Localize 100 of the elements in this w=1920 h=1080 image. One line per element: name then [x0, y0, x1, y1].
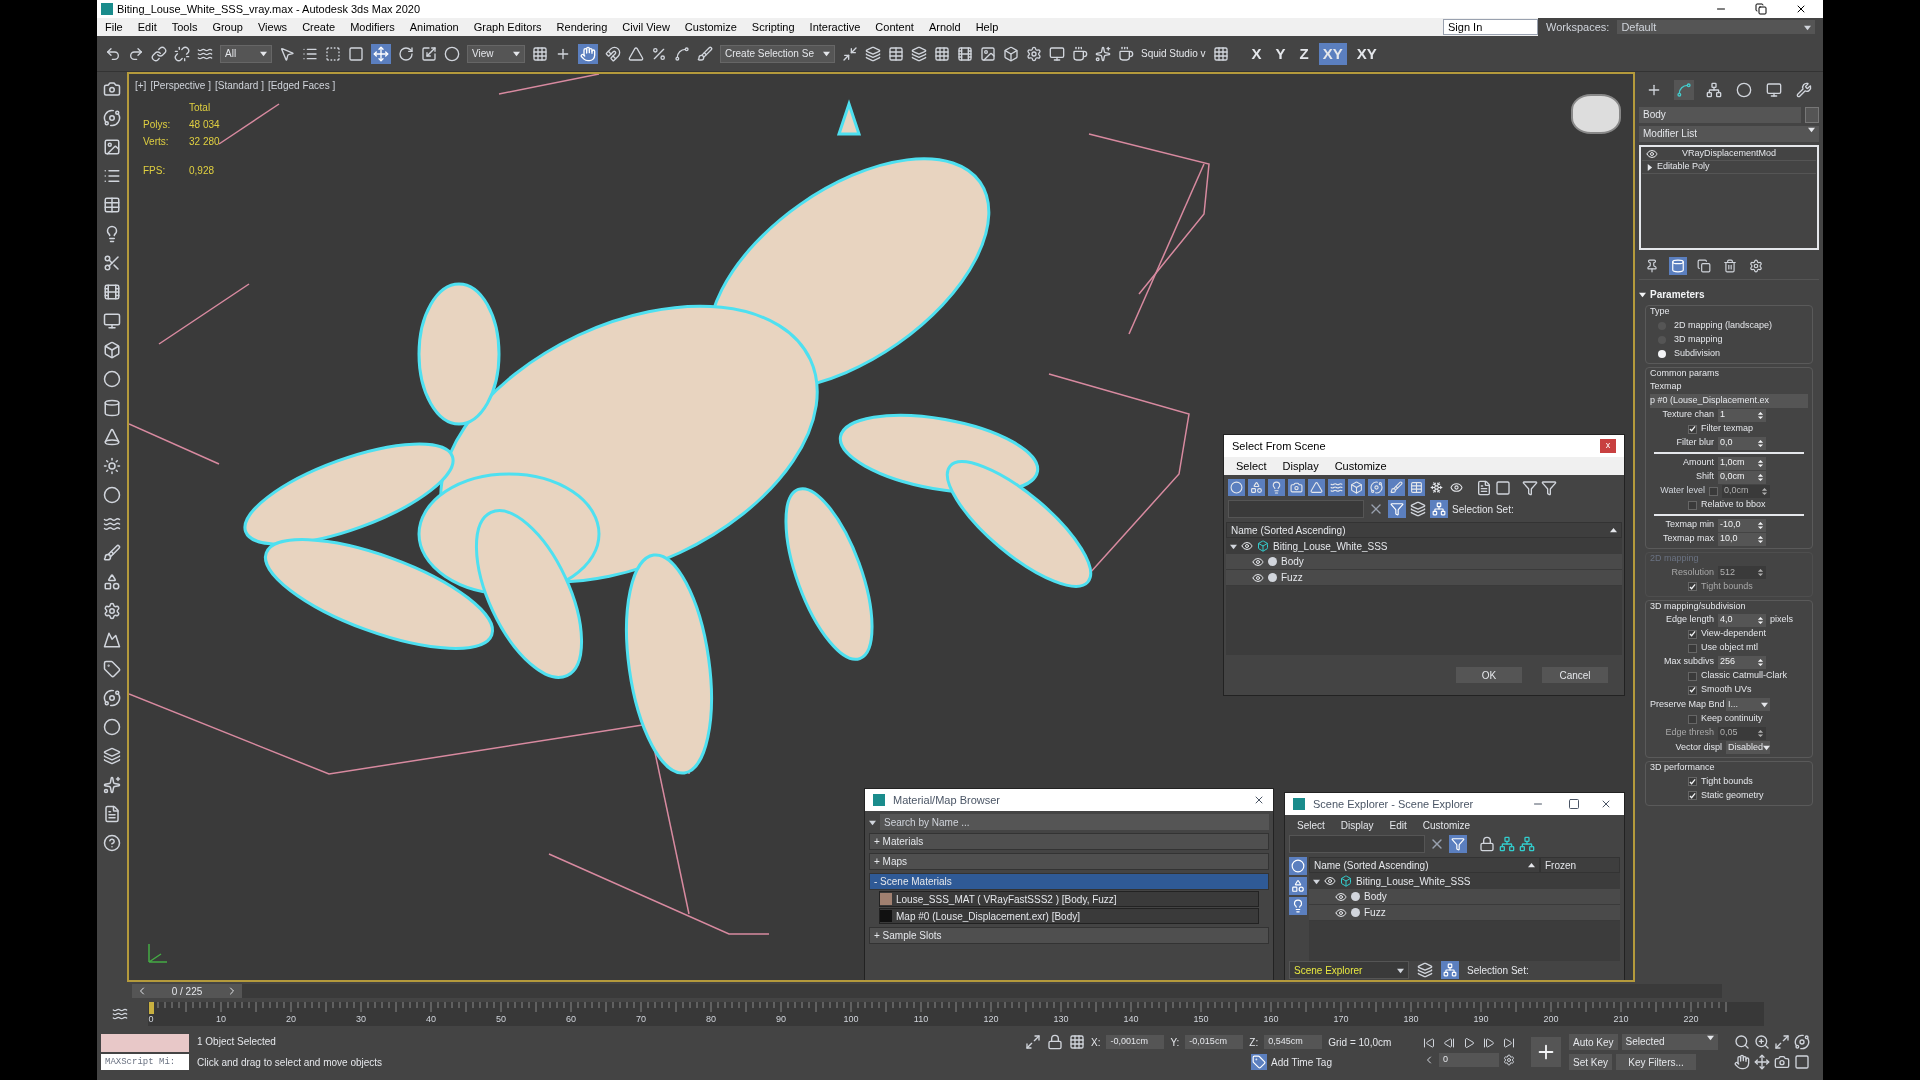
cone-icon[interactable]	[103, 428, 121, 446]
close-icon[interactable]	[1600, 798, 1612, 810]
axis-constraint-button[interactable]: Z	[1295, 42, 1313, 65]
sphere-icon[interactable]	[103, 370, 121, 388]
modifier-item[interactable]: Editable Poly	[1657, 160, 1710, 174]
command-panel-tab[interactable]	[1764, 80, 1784, 100]
filter-toggle-icon[interactable]	[1268, 479, 1285, 496]
spinner-arrows-icon[interactable]	[1761, 487, 1768, 495]
coordinate-field[interactable]: -0,015cm	[1185, 1035, 1244, 1049]
tree-item[interactable]: Fuzz	[1281, 570, 1303, 585]
unlink-icon[interactable]	[174, 45, 190, 62]
snap-icon[interactable]	[605, 45, 621, 62]
tree-item[interactable]: Fuzz	[1364, 905, 1386, 920]
menu-item[interactable]: Tools	[171, 18, 198, 36]
filter-toggle-icon[interactable]	[1428, 479, 1445, 496]
radio-button[interactable]	[1658, 349, 1666, 358]
dropdown-caret-icon[interactable]	[823, 50, 830, 57]
material-group-header[interactable]: + Sample Slots	[869, 927, 1269, 944]
time-slider-thumb[interactable]: 0 / 225	[132, 984, 242, 998]
sort-arrow-icon[interactable]	[1528, 861, 1535, 869]
explorer-dropdown[interactable]: Scene Explorer	[1289, 961, 1409, 979]
checkbox[interactable]	[1688, 629, 1697, 639]
layers-icon[interactable]	[1410, 501, 1426, 517]
list-icon[interactable]	[103, 167, 121, 185]
dropdown-caret-icon[interactable]	[1804, 23, 1811, 31]
gear-icon[interactable]	[103, 602, 121, 620]
help-icon[interactable]	[103, 834, 121, 852]
checkbox[interactable]	[1688, 500, 1697, 510]
set-key-icon[interactable]	[1531, 1037, 1561, 1067]
dropdown-caret-icon[interactable]	[1397, 966, 1404, 974]
command-panel-tab[interactable]	[1794, 80, 1814, 100]
region-icon[interactable]	[325, 45, 341, 62]
visibility-eye-icon[interactable]	[1335, 890, 1347, 903]
menu-item[interactable]: Display	[1340, 817, 1374, 833]
track-bar[interactable]: 0 10 20 30 40 50 60 70 80 90 100 110 120 130 140 150 160 170 180 190 200 210 220	[148, 1002, 1764, 1026]
selection-filter-dropdown[interactable]: All	[220, 44, 272, 63]
spinner-arrows-icon[interactable]	[1757, 535, 1764, 543]
expand-triangle-icon[interactable]	[1646, 163, 1653, 171]
menu-item[interactable]: File	[105, 18, 123, 36]
spinner-field[interactable]: 256	[1718, 655, 1766, 669]
menu-item[interactable]: Create	[302, 18, 336, 36]
viewport-navigation-icon[interactable]	[1793, 1034, 1810, 1050]
menu-item[interactable]: Select	[1297, 817, 1325, 833]
table-icon[interactable]	[103, 196, 121, 214]
square-icon[interactable]	[1495, 479, 1511, 496]
material-group-header[interactable]: + Materials	[869, 833, 1269, 850]
lock-icon[interactable]	[1479, 836, 1495, 852]
filter-toggle-icon[interactable]	[1288, 479, 1305, 496]
menu-item[interactable]: Content	[875, 18, 914, 36]
document-icon[interactable]	[103, 805, 121, 823]
grid-icon[interactable]	[1212, 45, 1229, 62]
hierarchy-icon[interactable]	[1430, 500, 1448, 518]
menu-item[interactable]: Views	[257, 18, 288, 36]
spinner-field[interactable]: 10,0	[1718, 532, 1766, 546]
material-group-header[interactable]: + Maps	[869, 853, 1269, 870]
spinner-field[interactable]: 0,0cm	[1718, 470, 1766, 484]
filter-toggle-icon[interactable]	[1328, 479, 1345, 496]
dropdown-caret-icon[interactable]	[1706, 1034, 1714, 1041]
expand-triangle-icon[interactable]	[1313, 877, 1320, 885]
go-to-start-icon[interactable]	[1423, 1037, 1435, 1049]
dropdown[interactable]: Disabled	[1726, 741, 1770, 754]
set-key-button[interactable]: Set Key	[1569, 1054, 1613, 1070]
menu-item[interactable]: Rendering	[556, 18, 608, 36]
spinner-arrows-icon[interactable]	[1757, 411, 1764, 419]
object-name-field[interactable]: Body	[1639, 107, 1801, 123]
checkbox[interactable]	[1688, 685, 1697, 695]
menu-item[interactable]: Edit	[1389, 817, 1407, 833]
menu-item[interactable]: Select	[1236, 457, 1267, 475]
workspace-dropdown[interactable]: Default	[1617, 20, 1815, 34]
hair-icon[interactable]	[103, 515, 121, 533]
checkbox[interactable]	[1688, 643, 1697, 653]
viewport-navigation-icon[interactable]	[1733, 1054, 1750, 1070]
layers-icon[interactable]	[103, 747, 121, 765]
viewport-navigation-icon[interactable]	[1773, 1034, 1790, 1050]
spinner-field[interactable]: 4,0	[1718, 613, 1766, 627]
stack-tool-icon[interactable]	[1747, 257, 1765, 275]
reference-coordinate-dropdown[interactable]: View	[467, 44, 525, 63]
sun-icon[interactable]	[103, 457, 121, 475]
cylinder-icon[interactable]	[103, 399, 121, 417]
camera-icon[interactable]	[103, 80, 121, 98]
spinner-field[interactable]: 0,0	[1718, 436, 1766, 450]
play-icon[interactable]	[1463, 1037, 1475, 1049]
dropdown-caret-icon[interactable]	[260, 50, 267, 57]
menu-item[interactable]: Modifiers	[350, 18, 395, 36]
visibility-eye-icon[interactable]	[1324, 875, 1336, 887]
rollout-header[interactable]: Parameters	[1639, 287, 1819, 302]
viewport-navigation-icon[interactable]	[1773, 1054, 1790, 1070]
texmap-button[interactable]: p #0 (Louse_Displacement.ex	[1650, 394, 1808, 408]
move-icon[interactable]	[371, 43, 391, 64]
layers-icon[interactable]	[1417, 962, 1433, 978]
tree-item[interactable]: Biting_Louse_White_SSS	[1356, 873, 1471, 889]
command-panel-tab[interactable]	[1734, 80, 1754, 100]
spinner-arrows-icon[interactable]	[1757, 521, 1764, 529]
object-color-swatch[interactable]	[1805, 107, 1819, 123]
spinner-arrows-icon[interactable]	[1757, 473, 1764, 481]
coordinate-field[interactable]: -0,001cm	[1106, 1035, 1165, 1049]
checkbox[interactable]	[1688, 714, 1697, 724]
hierarchy-icon[interactable]	[1441, 961, 1459, 979]
axis-constraint-button[interactable]: Y	[1271, 42, 1290, 65]
menu-item[interactable]: Customize	[684, 18, 737, 36]
